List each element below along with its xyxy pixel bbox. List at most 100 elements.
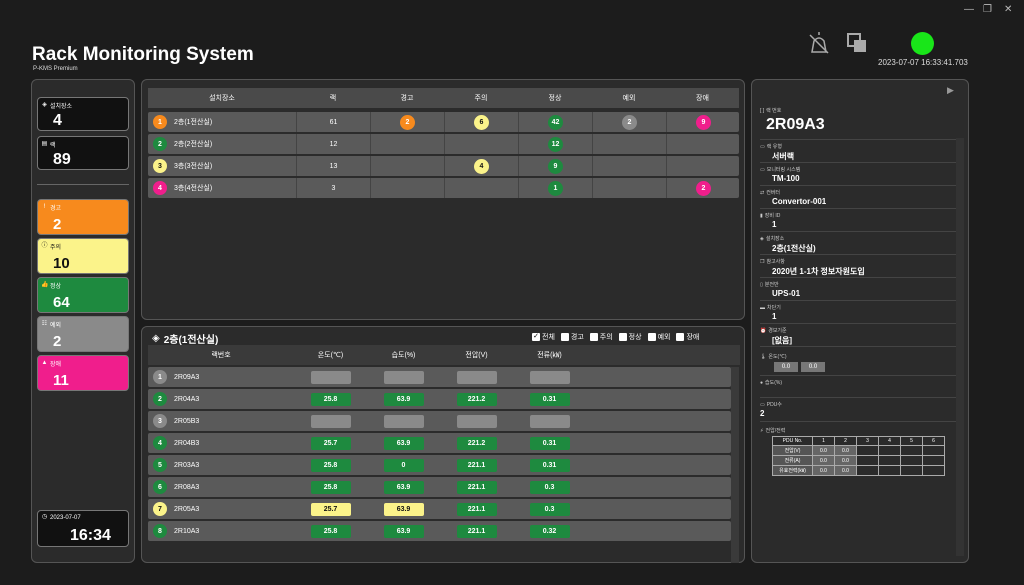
pdu-cell: 유효전력(㎾) — [772, 465, 813, 476]
rack-t-cell — [294, 367, 367, 387]
summary-rack-card[interactable]: ▤ 랙 89 — [37, 136, 129, 170]
rack-a-cell: 0.32 — [513, 521, 586, 541]
filter-caution[interactable]: 주의 — [589, 332, 613, 342]
rack-a-cell: 0.3 — [513, 477, 586, 497]
rack-value-box: 0.31 — [529, 392, 570, 406]
rack-v-cell — [440, 367, 513, 387]
rack-value-box: 0 — [383, 458, 424, 472]
location-name: 3층(4전산실) — [174, 185, 213, 192]
rack-v-cell: 221.2 — [440, 389, 513, 409]
rack-v-cell: 221.1 — [440, 455, 513, 475]
clock-icon: ◷ — [41, 514, 48, 520]
rack-id: 2R05B3 — [174, 417, 200, 425]
close-icon[interactable]: ✕ — [1004, 4, 1012, 15]
detail-pdu-count: ▭ PDU수 2 — [760, 398, 964, 422]
pdu-cell: 전류(A) — [772, 455, 813, 466]
rack-v-cell: 221.1 — [440, 521, 513, 541]
rack-value-box: 221.1 — [456, 480, 497, 494]
pdu-header-cell: 4 — [878, 436, 901, 446]
restore-icon[interactable]: ❐ — [983, 4, 992, 15]
rack-a-cell: 0.31 — [513, 455, 586, 475]
app-title: Rack Monitoring System — [32, 44, 254, 65]
summary-caution-card[interactable]: ⓘ 주의 10 — [37, 238, 129, 274]
window-icon[interactable] — [846, 32, 868, 54]
rack-t-cell — [294, 411, 367, 431]
rack-t-cell: 25.8 — [294, 521, 367, 541]
summary-location-card[interactable]: ◈ 설치장소 4 — [37, 97, 129, 131]
detail-item-value: Convertor-001 — [772, 197, 827, 206]
rack-row[interactable]: 4 2R04B3 25.7 63.9 221.2 0.31 — [148, 433, 731, 453]
location-caution-cell — [444, 178, 518, 198]
rack-value-box: 25.7 — [310, 502, 351, 516]
filter-fault[interactable]: 장애 — [676, 332, 699, 342]
rack-row-number: 5 — [153, 458, 167, 472]
rack-row[interactable]: 3 2R05B3 — [148, 411, 731, 431]
pdu-cell: 전압(V) — [772, 445, 813, 456]
pdu-cell — [878, 465, 901, 476]
detail-item: ▬ 차단기 1 — [760, 301, 964, 324]
pdu-cell: 0.0 — [834, 445, 857, 456]
droplet-icon: ● — [760, 379, 764, 386]
summary-warning-card[interactable]: ! 경고 2 — [37, 199, 129, 235]
detail-item-label: 랙 유형 — [766, 144, 782, 150]
rack-value-box: 63.9 — [383, 392, 424, 406]
rack-row-number: 8 — [153, 524, 167, 538]
filter-normal[interactable]: 정상 — [618, 332, 642, 342]
location-normal-badge: 1 — [548, 180, 563, 196]
rack-row[interactable]: 7 2R05A3 25.7 63.9 221.1 0.3 — [148, 499, 731, 519]
rack-t-cell: 25.8 — [294, 477, 367, 497]
pdu-cell — [878, 455, 901, 466]
pdu-cell — [856, 445, 879, 456]
rack-row-number: 7 — [153, 502, 167, 516]
rack-row[interactable]: 8 2R10A3 25.8 63.9 221.1 0.32 — [148, 521, 731, 541]
detail-item: ▭ 모니터링 시스템 TM-100 — [760, 163, 964, 186]
rack-table-scrollbar[interactable] — [731, 367, 739, 563]
detail-scrollbar[interactable] — [956, 138, 964, 556]
summary-fault-card[interactable]: ▲ 장애 11 — [37, 355, 129, 391]
detail-item-value: [없음] — [772, 336, 793, 345]
location-row[interactable]: 4 3층(4전산실) 3 1 2 — [148, 178, 739, 198]
rack-v-cell: 221.1 — [440, 499, 513, 519]
rack-a-cell — [513, 411, 586, 431]
rack-row[interactable]: 1 2R09A3 — [148, 367, 731, 387]
location-row[interactable]: 2 2층(2전산실) 12 12 — [148, 134, 739, 154]
location-row[interactable]: 1 2층(1전산실) 61 2 6 42 2 9 — [148, 112, 739, 132]
detail-item: ▯ 분전반 UPS-01 — [760, 278, 964, 301]
exclamation-icon: ! — [43, 204, 46, 210]
rack-row-number: 6 — [153, 480, 167, 494]
summary-exception-card[interactable]: ☷ 예외 2 — [37, 316, 129, 352]
rack-value-box — [529, 370, 570, 384]
pdu-cell — [900, 445, 923, 456]
rack-id: 2R08A3 — [174, 483, 200, 491]
rack-row[interactable]: 5 2R03A3 25.8 0 221.1 0.31 — [148, 455, 731, 475]
rack-row[interactable]: 2 2R04A3 25.8 63.9 221.2 0.31 — [148, 389, 731, 409]
rack-a-cell: 0.3 — [513, 499, 586, 519]
rack-value-box: 25.7 — [310, 436, 351, 450]
detail-item: ◈ 설치장소 2층(1전산실) — [760, 232, 964, 255]
layers-icon: ◈ — [760, 235, 764, 242]
filter-warning[interactable]: 경고 — [560, 332, 584, 342]
filter-all[interactable]: ✓ 전체 — [532, 332, 555, 342]
rack-value-box: 221.1 — [456, 458, 497, 472]
monitor-icon: ▭ — [760, 166, 765, 173]
rack-table-body: 1 2R09A3 2 2R04A3 25.8 63.9 221.2 0.31 3 2R05B3 4 2… — [142, 367, 732, 563]
footer-clock: ◷ 2023-07-07 16:34 — [37, 510, 129, 547]
summary-normal-card[interactable]: 👍 정상 64 — [37, 277, 129, 313]
rack-value-box: 221.1 — [456, 524, 497, 538]
app-subtitle: P-KMS Premium — [33, 66, 78, 72]
collapse-arrow-icon[interactable]: ▶ — [947, 85, 954, 96]
filter-exception[interactable]: 예외 — [647, 332, 670, 342]
detail-item-value: TM-100 — [772, 174, 800, 183]
warning-triangle-icon: ▲ — [41, 360, 48, 366]
pdu-cell — [922, 445, 945, 456]
rack-row[interactable]: 6 2R08A3 25.8 63.9 221.1 0.3 — [148, 477, 731, 497]
minimize-icon[interactable]: — — [964, 4, 974, 15]
alarm-off-icon[interactable] — [807, 32, 831, 54]
pdu-cell — [856, 465, 879, 476]
location-row-number: 1 — [153, 115, 167, 129]
detail-item-label: 참고사항 — [766, 259, 785, 265]
location-row[interactable]: 3 3층(3전산실) 13 4 9 — [148, 156, 739, 176]
rack-value-box: 0.3 — [529, 480, 570, 494]
rack-id: 2R05A3 — [174, 505, 200, 513]
pdu-header-cell: 3 — [856, 436, 879, 446]
